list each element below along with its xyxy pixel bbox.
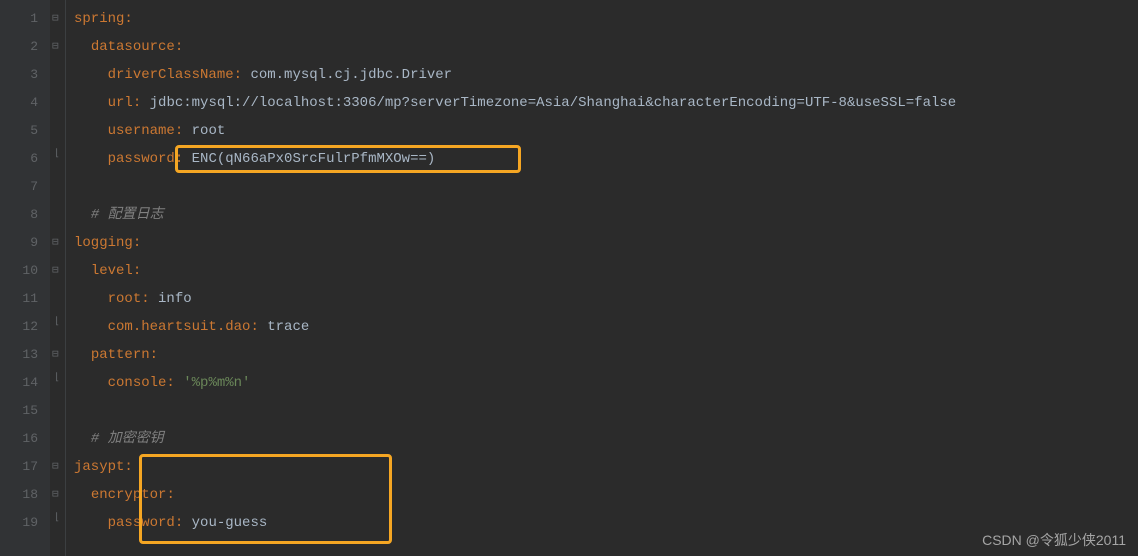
code-token-colon: : [175, 39, 183, 55]
code-token-key: spring [74, 11, 124, 27]
line-number: 10 [0, 257, 50, 285]
code-token-key: level [91, 263, 133, 279]
line-number: 18 [0, 481, 50, 509]
code-line[interactable]: username: root [66, 117, 1138, 145]
line-number: 11 [0, 285, 50, 313]
code-token-key: username [108, 123, 175, 139]
line-number: 3 [0, 61, 50, 89]
code-line[interactable]: pattern: [66, 341, 1138, 369]
line-number: 13 [0, 341, 50, 369]
line-number: 14 [0, 369, 50, 397]
code-line[interactable]: root: info [66, 285, 1138, 313]
line-number: 12 [0, 313, 50, 341]
code-line[interactable]: com.heartsuit.dao: trace [66, 313, 1138, 341]
line-number: 9 [0, 229, 50, 257]
code-token-key: password [108, 515, 175, 531]
code-line[interactable]: password: you-guess [66, 509, 1138, 537]
code-token-colon: : [133, 235, 141, 251]
code-line[interactable]: # 加密密钥 [66, 425, 1138, 453]
fold-marker-icon[interactable] [50, 33, 65, 61]
line-number: 6 [0, 145, 50, 173]
line-number: 16 [0, 425, 50, 453]
code-token-key: root [108, 291, 142, 307]
code-token-colon: : [175, 515, 192, 531]
line-number-gutter: 12345678910111213141516171819 [0, 0, 50, 556]
fold-spacer [50, 201, 65, 229]
line-number: 19 [0, 509, 50, 537]
code-token-value: trace [267, 319, 309, 335]
code-token-key: password [108, 151, 175, 167]
code-token-colon: : [175, 151, 192, 167]
line-number: 7 [0, 173, 50, 201]
code-token-key: console [108, 375, 167, 391]
code-line[interactable] [66, 173, 1138, 201]
code-line[interactable]: url: jdbc:mysql://localhost:3306/mp?serv… [66, 89, 1138, 117]
fold-column[interactable] [50, 0, 66, 556]
fold-spacer [50, 89, 65, 117]
code-area[interactable]: spring: datasource: driverClassName: com… [66, 0, 1138, 556]
code-token-colon: : [133, 95, 150, 111]
code-line[interactable]: driverClassName: com.mysql.cj.jdbc.Drive… [66, 61, 1138, 89]
code-token-key: driverClassName [108, 67, 234, 83]
code-token-colon: : [124, 459, 132, 475]
fold-spacer [50, 173, 65, 201]
code-token-value: info [158, 291, 192, 307]
fold-marker-icon[interactable] [50, 257, 65, 285]
fold-marker-icon[interactable] [50, 229, 65, 257]
code-editor[interactable]: 12345678910111213141516171819 spring: da… [0, 0, 1138, 556]
fold-spacer [50, 61, 65, 89]
code-token-value: com.mysql.cj.jdbc.Driver [250, 67, 452, 83]
fold-marker-icon[interactable] [50, 145, 65, 173]
fold-marker-icon[interactable] [50, 509, 65, 537]
code-token-key: logging [74, 235, 133, 251]
line-number: 4 [0, 89, 50, 117]
code-token-value: ENC(qN66aPx0SrcFulrPfmMXOw==) [192, 151, 436, 167]
fold-marker-icon[interactable] [50, 453, 65, 481]
code-token-key: com.heartsuit.dao [108, 319, 251, 335]
code-line[interactable]: jasypt: [66, 453, 1138, 481]
code-token-colon: : [175, 123, 192, 139]
code-token-key: url [108, 95, 133, 111]
code-token-comment: # 配置日志 [91, 207, 164, 223]
code-token-colon: : [124, 11, 132, 27]
fold-spacer [50, 397, 65, 425]
code-token-string: '%p%m%n' [183, 375, 250, 391]
code-line[interactable]: password: ENC(qN66aPx0SrcFulrPfmMXOw==) [66, 145, 1138, 173]
code-line[interactable]: level: [66, 257, 1138, 285]
code-token-colon: : [150, 347, 158, 363]
code-line[interactable] [66, 397, 1138, 425]
code-token-value: root [192, 123, 226, 139]
code-token-key: datasource [91, 39, 175, 55]
line-number: 1 [0, 5, 50, 33]
code-token-colon: : [234, 67, 251, 83]
code-token-value: you-guess [192, 515, 268, 531]
line-number: 8 [0, 201, 50, 229]
fold-marker-icon[interactable] [50, 5, 65, 33]
code-token-comment: # 加密密钥 [91, 431, 164, 447]
code-line[interactable]: # 配置日志 [66, 201, 1138, 229]
code-token-colon: : [141, 291, 158, 307]
code-token-key: encryptor [91, 487, 167, 503]
line-number: 17 [0, 453, 50, 481]
code-token-key: pattern [91, 347, 150, 363]
code-token-colon: : [133, 263, 141, 279]
code-line[interactable]: spring: [66, 5, 1138, 33]
line-number: 2 [0, 33, 50, 61]
code-line[interactable]: console: '%p%m%n' [66, 369, 1138, 397]
line-number: 5 [0, 117, 50, 145]
code-line[interactable]: datasource: [66, 33, 1138, 61]
line-number: 15 [0, 397, 50, 425]
fold-marker-icon[interactable] [50, 369, 65, 397]
fold-spacer [50, 425, 65, 453]
code-token-colon: : [166, 375, 183, 391]
code-line[interactable]: logging: [66, 229, 1138, 257]
code-line[interactable]: encryptor: [66, 481, 1138, 509]
code-token-colon: : [250, 319, 267, 335]
code-token-key: jasypt [74, 459, 124, 475]
fold-marker-icon[interactable] [50, 313, 65, 341]
code-token-colon: : [166, 487, 174, 503]
code-token-value: jdbc:mysql://localhost:3306/mp?serverTim… [150, 95, 957, 111]
watermark: CSDN @令狐少侠2011 [982, 530, 1126, 550]
